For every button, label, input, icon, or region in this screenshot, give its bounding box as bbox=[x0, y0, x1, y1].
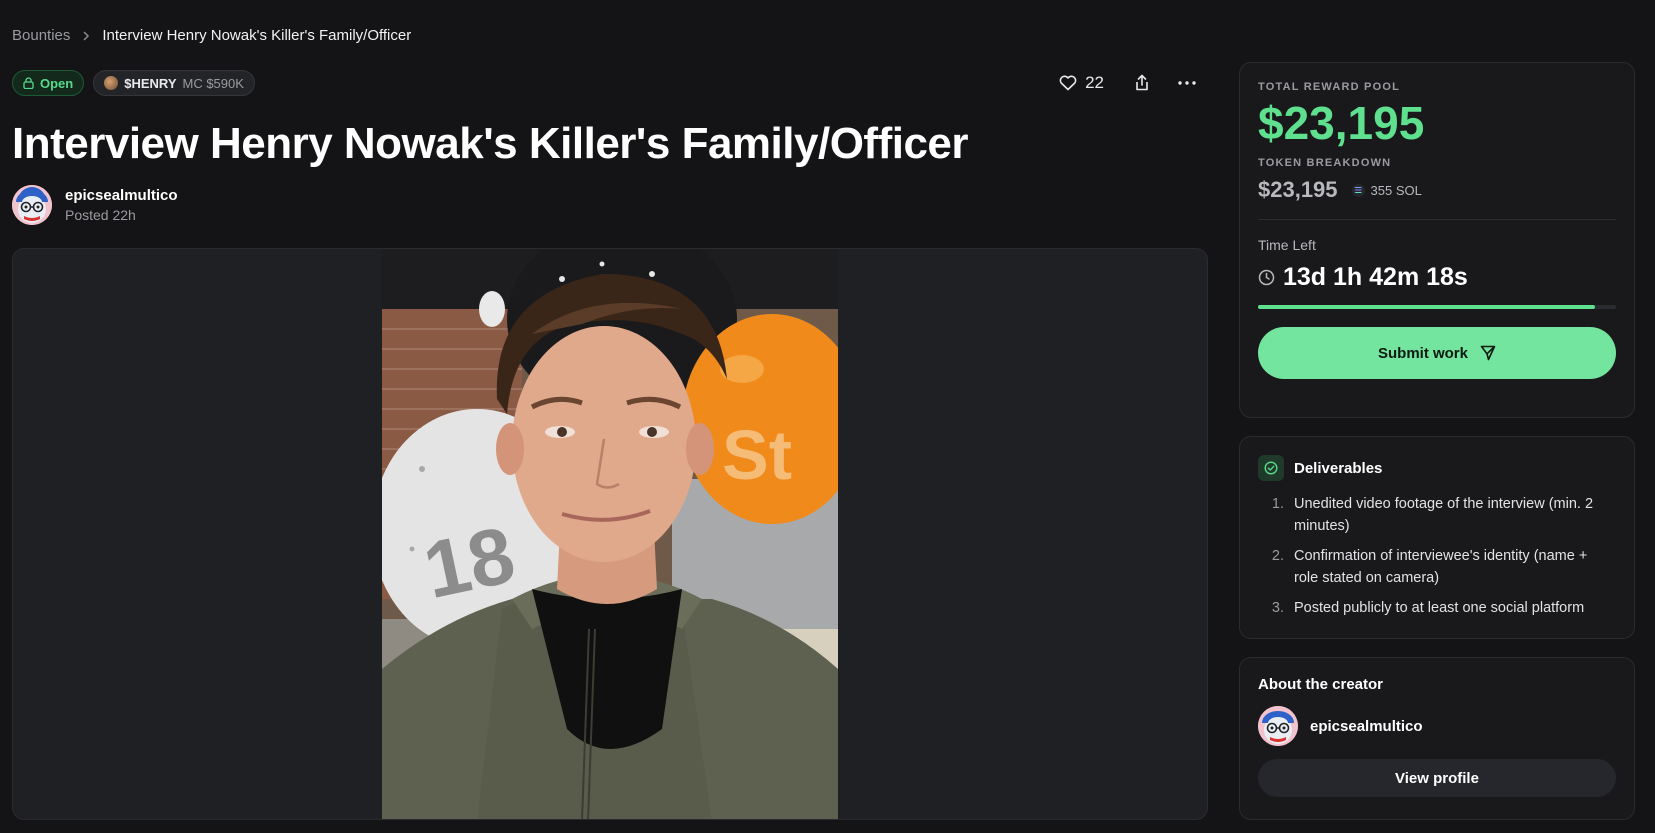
sol-amount: 355 SOL bbox=[1370, 182, 1422, 198]
author-name[interactable]: epicsealmultico bbox=[65, 187, 178, 204]
token-badge[interactable]: $HENRY MC $590K bbox=[93, 70, 255, 96]
list-item: 2. Confirmation of interviewee's identit… bbox=[1258, 545, 1616, 589]
divider bbox=[1258, 219, 1616, 220]
like-button[interactable]: 22 bbox=[1059, 73, 1104, 93]
reward-pool-label: TOTAL REWARD POOL bbox=[1258, 81, 1401, 93]
sol-chip: 355 SOL bbox=[1351, 182, 1422, 198]
token-market-cap: MC $590K bbox=[182, 75, 244, 91]
token-breakdown-amount: $23,195 bbox=[1258, 177, 1338, 202]
svg-text:St: St bbox=[722, 416, 792, 494]
breadcrumb: Bounties Interview Henry Nowak's Killer'… bbox=[12, 27, 411, 44]
reward-card: TOTAL REWARD POOL $23,195 TOKEN BREAKDOW… bbox=[1239, 62, 1635, 418]
submit-work-button[interactable]: Submit work bbox=[1258, 327, 1616, 379]
sidebar: TOTAL REWARD POOL $23,195 TOKEN BREAKDOW… bbox=[1239, 62, 1635, 820]
action-bar: 22 bbox=[1059, 73, 1196, 93]
seal-avatar-icon bbox=[12, 185, 52, 225]
like-count: 22 bbox=[1085, 73, 1104, 92]
list-text: Confirmation of interviewee's identity (… bbox=[1294, 548, 1588, 586]
token-breakdown-label: TOKEN BREAKDOWN bbox=[1258, 157, 1392, 169]
author-row: epicsealmultico Posted 22h bbox=[12, 184, 1208, 226]
list-number: 3. bbox=[1271, 600, 1284, 616]
view-profile-button[interactable]: View profile bbox=[1258, 759, 1616, 797]
reward-pool-amount: $23,195 bbox=[1258, 97, 1425, 149]
more-options-button[interactable] bbox=[1178, 81, 1196, 85]
send-icon bbox=[1480, 345, 1496, 361]
avatar[interactable] bbox=[1258, 706, 1298, 746]
page-title: Interview Henry Nowak's Killer's Family/… bbox=[12, 119, 969, 168]
portrait-photo-image: St 18 bbox=[382, 249, 838, 819]
status-badge: Open bbox=[12, 70, 85, 96]
token-symbol: $HENRY bbox=[124, 75, 177, 91]
time-progress-bar bbox=[1258, 305, 1616, 309]
token-avatar bbox=[104, 76, 119, 90]
chevron-right-icon bbox=[80, 30, 92, 42]
submit-work-label: Submit work bbox=[1377, 344, 1468, 362]
creator-name[interactable]: epicsealmultico bbox=[1310, 718, 1423, 735]
bounty-photo: St 18 bbox=[382, 249, 838, 819]
list-number: 2. bbox=[1271, 548, 1284, 564]
seal-avatar-icon bbox=[1258, 706, 1298, 746]
list-number: 1. bbox=[1271, 496, 1284, 512]
posted-time: Posted 22h bbox=[65, 207, 136, 223]
deliverables-list: 1. Unedited video footage of the intervi… bbox=[1258, 493, 1616, 619]
check-circle-icon bbox=[1258, 455, 1284, 481]
svg-text:18: 18 bbox=[416, 510, 522, 616]
list-text: Posted publicly to at least one social p… bbox=[1294, 600, 1585, 616]
list-text: Unedited video footage of the interview … bbox=[1294, 496, 1594, 534]
creator-row: epicsealmultico bbox=[1258, 706, 1616, 746]
time-left-label: Time Left bbox=[1258, 237, 1316, 253]
countdown: 13d 1h 42m 18s bbox=[1258, 263, 1616, 292]
breadcrumb-current: Interview Henry Nowak's Killer's Family/… bbox=[102, 27, 412, 44]
creator-title: About the creator bbox=[1258, 676, 1384, 693]
deliverables-title: Deliverables bbox=[1294, 459, 1383, 477]
countdown-value: 13d 1h 42m 18s bbox=[1283, 263, 1468, 291]
share-icon bbox=[1136, 74, 1148, 91]
lock-open-icon bbox=[23, 77, 34, 89]
bounty-image-container: St 18 bbox=[12, 248, 1208, 820]
meta-row: Open $HENRY MC $590K 22 bbox=[12, 70, 1208, 96]
list-item: 3. Posted publicly to at least one socia… bbox=[1258, 597, 1616, 619]
avatar[interactable] bbox=[12, 185, 52, 225]
share-button[interactable] bbox=[1134, 74, 1150, 92]
bounty-main: Open $HENRY MC $590K 22 Interview Henry … bbox=[12, 70, 1208, 820]
token-breakdown-row: $23,195 355 SOL bbox=[1258, 177, 1616, 203]
creator-card: About the creator epicsealmultico View p… bbox=[1239, 657, 1635, 820]
heart-icon bbox=[1059, 75, 1077, 91]
status-label: Open bbox=[40, 75, 74, 91]
deliverables-card: Deliverables 1. Unedited video footage o… bbox=[1239, 436, 1635, 639]
list-item: 1. Unedited video footage of the intervi… bbox=[1258, 493, 1616, 537]
time-progress-fill bbox=[1258, 305, 1595, 309]
solana-icon bbox=[1351, 183, 1365, 197]
breadcrumb-bounties-link[interactable]: Bounties bbox=[12, 27, 70, 44]
clock-icon bbox=[1258, 269, 1275, 286]
more-horizontal-icon bbox=[1178, 81, 1196, 85]
